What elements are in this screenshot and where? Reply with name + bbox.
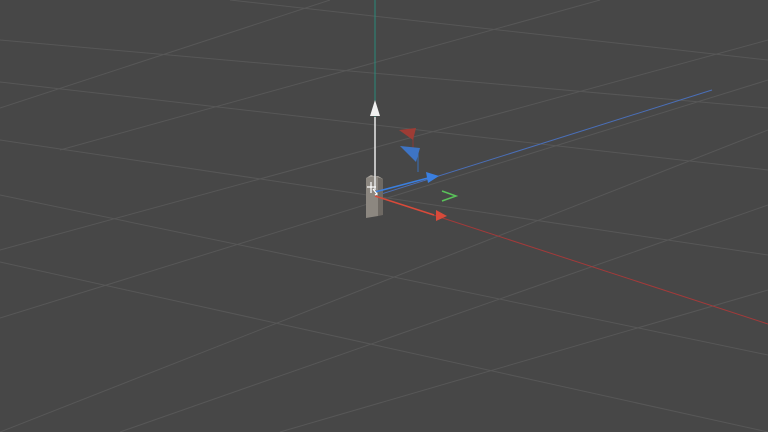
grid-line	[279, 289, 768, 432]
world-y-axis	[374, 89, 713, 197]
viewport-canvas[interactable]	[0, 0, 768, 432]
object-box-side[interactable]	[378, 176, 383, 216]
grid-line	[59, 0, 601, 151]
ground-grid	[0, 0, 768, 432]
rotate-handle-red[interactable]	[399, 128, 416, 148]
grid-line	[229, 0, 768, 61]
grid-line	[0, 261, 768, 432]
3d-viewport[interactable]	[0, 0, 768, 432]
grid-line	[0, 0, 331, 109]
gizmo-x-shaft[interactable]	[374, 195, 435, 216]
world-axes	[374, 0, 768, 325]
grid-line	[0, 129, 768, 432]
grid-line	[0, 39, 768, 109]
rotate-handle-blue[interactable]	[400, 146, 420, 172]
world-x-axis	[374, 195, 768, 325]
grid-line	[0, 39, 768, 251]
gizmo-up-arrow-icon[interactable]	[370, 100, 380, 116]
gizmo-z-chevron-icon[interactable]	[441, 190, 459, 202]
gizmo-y-arrow-icon[interactable]	[426, 172, 439, 183]
